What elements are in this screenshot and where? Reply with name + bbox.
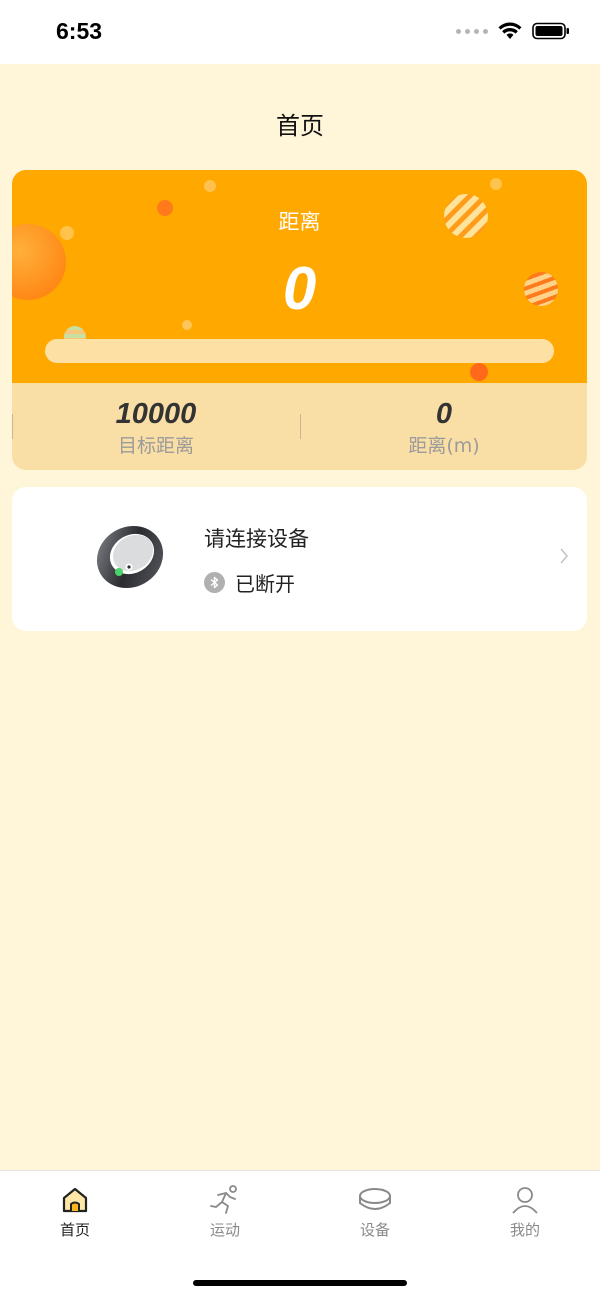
connection-status-text: 已断开 [235,572,295,596]
cellular-signal-icon [456,28,488,34]
distance-value: 0 [282,255,317,322]
home-icon [62,1187,88,1213]
page-title: 首页 [276,112,324,140]
user-icon [512,1187,538,1214]
ring-device-icon [359,1188,391,1210]
tab-profile[interactable]: 我的 [450,1185,600,1240]
chevron-right-icon [560,548,569,564]
distance-stats-row: 10000 目标距离 0 距离(m) [12,383,587,470]
target-distance-label: 目标距离 [117,435,194,457]
tab-device[interactable]: 设备 [300,1185,450,1240]
tab-sports-label: 运动 [209,1221,240,1239]
tab-sports[interactable]: 运动 [150,1185,300,1240]
home-indicator[interactable] [193,1280,407,1286]
decor-dot-icon [204,180,216,192]
decor-dot-icon [490,178,502,190]
status-time: 6:53 [56,18,103,44]
status-bar: 6:53 [0,0,600,64]
distance-progress-bar [45,339,554,363]
target-distance-value: 10000 [115,398,197,430]
device-card-title: 请连接设备 [204,527,309,551]
current-distance-label: 距离(m) [408,435,480,457]
connect-device-card[interactable]: 请连接设备 已断开 [12,487,587,631]
tab-device-label: 设备 [359,1221,390,1239]
current-distance-stat: 0 距离(m) [300,397,587,458]
battery-icon [532,22,569,40]
tab-home-label: 首页 [59,1221,90,1239]
device-connection-status: 已断开 [204,568,295,597]
home-screen: 6:53 首页 距离 0 10000 目标距离 0 距离(m) 请连接设备 已断… [0,0,600,1299]
runner-icon [210,1185,237,1214]
tab-home[interactable]: 首页 [0,1185,150,1240]
tab-profile-label: 我的 [509,1221,540,1239]
distance-banner: 距离 0 [12,170,587,383]
wifi-icon [498,22,522,39]
current-distance-value: 0 [435,398,453,430]
status-indicators [456,22,570,40]
smart-ring-icon [96,525,164,589]
target-distance-stat: 10000 目标距离 [12,397,300,458]
bluetooth-icon [204,572,225,593]
decor-dot-icon [470,363,488,381]
distance-label: 距离 [278,210,321,234]
distance-card[interactable]: 距离 0 10000 目标距离 0 距离(m) [12,170,587,470]
